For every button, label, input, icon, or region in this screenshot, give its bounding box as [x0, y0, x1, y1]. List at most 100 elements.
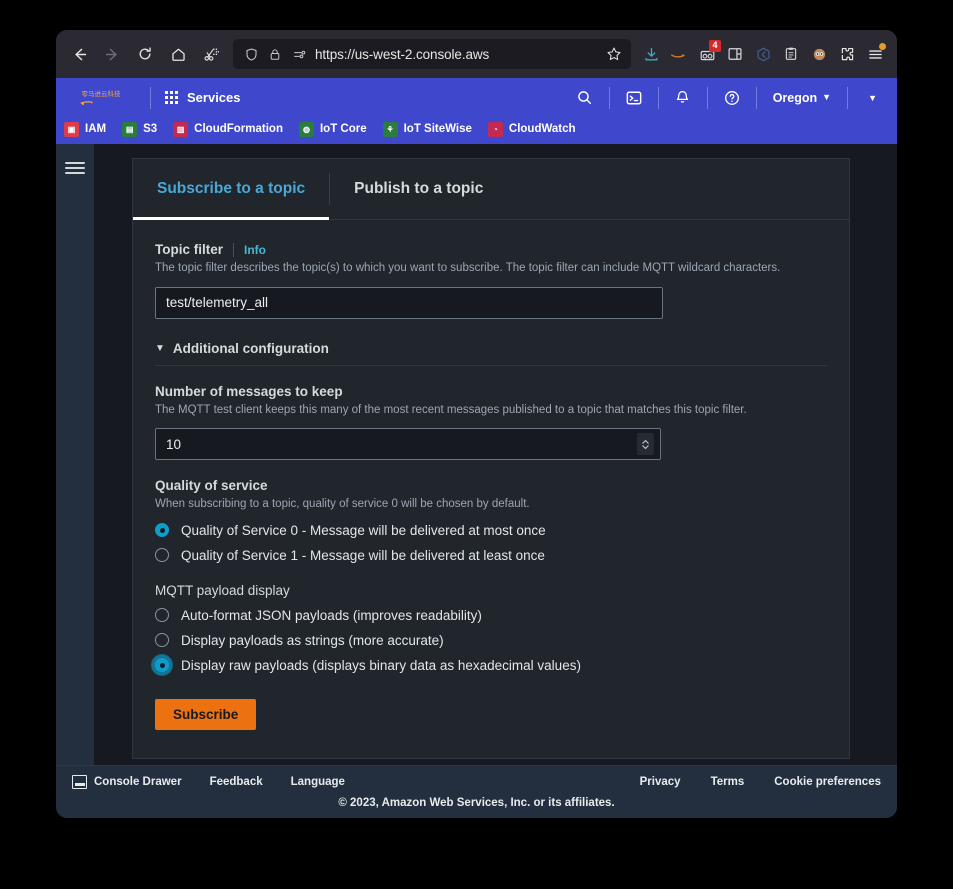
padlock-icon[interactable]	[263, 43, 287, 65]
nav-divider	[847, 86, 849, 109]
chevron-down-icon: ▼	[868, 92, 877, 103]
footer-link-console-drawer[interactable]: Console Drawer	[94, 776, 182, 788]
aws-logo-brand-text: 零马进云科技	[81, 89, 121, 98]
payload-strings-radio[interactable]	[155, 633, 169, 648]
iam-service-icon: ▣	[64, 121, 79, 137]
browser-toolbar: https://us-west-2.console.aws 4	[56, 30, 897, 78]
account-menu-button[interactable]: ▼	[858, 89, 887, 107]
favorite-iam[interactable]: ▣ IAM	[64, 121, 107, 137]
payload-raw-option[interactable]: Display raw payloads (displays binary da…	[155, 658, 827, 673]
subscribe-button[interactable]: Subscribe	[155, 698, 257, 730]
tab-label: Subscribe to a topic	[157, 180, 306, 197]
hamburger-menu-icon[interactable]	[63, 158, 87, 178]
payload-display-label: MQTT payload display	[155, 582, 290, 598]
qos-0-option[interactable]: Quality of Service 0 - Message will be d…	[155, 523, 827, 538]
goggles-extension-icon[interactable]: 4	[693, 39, 721, 69]
console-drawer-icon[interactable]	[72, 774, 87, 789]
cloudwatch-service-icon: ◔	[487, 121, 503, 137]
bookmark-star-icon[interactable]	[603, 43, 625, 65]
home-icon[interactable]	[163, 39, 193, 69]
favorite-label: CloudWatch	[508, 123, 576, 135]
downloads-icon[interactable]	[637, 39, 665, 69]
qos-1-label: Quality of Service 1 - Message will be d…	[181, 547, 545, 563]
help-circle-icon[interactable]	[718, 84, 746, 112]
qos-1-option[interactable]: Quality of Service 1 - Message will be d…	[155, 548, 827, 563]
services-grid-icon	[165, 91, 178, 104]
copyright-text: © 2023, Amazon Web Services, Inc. or its…	[338, 797, 615, 809]
cloudshell-icon[interactable]	[620, 84, 648, 112]
nav-divider	[755, 86, 757, 109]
topic-filter-info-link[interactable]: Info	[244, 243, 266, 257]
qos-0-radio[interactable]	[155, 523, 169, 538]
qos-1-radio[interactable]	[155, 548, 169, 563]
favorite-label: CloudFormation	[194, 123, 283, 135]
search-icon[interactable]	[571, 84, 599, 112]
favorite-cloudformation[interactable]: ▥ CloudFormation	[173, 121, 283, 137]
payload-strings-label: Display payloads as strings (more accura…	[181, 632, 444, 648]
payload-auto-format-radio[interactable]	[155, 608, 169, 623]
payload-auto-format-label: Auto-format JSON payloads (improves read…	[181, 607, 482, 623]
window-tiling-icon[interactable]	[721, 39, 749, 69]
reload-icon[interactable]	[130, 39, 160, 69]
avatar-extension-icon[interactable]	[805, 39, 833, 69]
footer-link-cookie-preferences[interactable]: Cookie preferences	[774, 776, 881, 788]
bell-icon[interactable]	[669, 84, 697, 112]
site-permissions-icon[interactable]	[287, 43, 311, 65]
footer-link-feedback[interactable]: Feedback	[210, 776, 263, 788]
footer-link-privacy[interactable]: Privacy	[640, 776, 681, 788]
iot-core-service-icon: ◍	[298, 121, 314, 137]
messages-to-keep-input[interactable]: 10	[155, 428, 661, 461]
payload-raw-radio[interactable]	[155, 658, 169, 673]
forward-arrow-icon	[97, 39, 127, 69]
chevron-down-icon: ▼	[822, 92, 832, 102]
puzzle-extensions-icon[interactable]	[833, 39, 861, 69]
content-area: Subscribe to a topic Publish to a topic …	[94, 144, 897, 765]
favorite-label: S3	[143, 123, 158, 135]
iot-sitewise-service-icon: ⚘	[382, 121, 398, 137]
app-menu-icon[interactable]	[861, 39, 889, 69]
footer-links-row: Console Drawer Feedback Language Privacy…	[56, 766, 897, 797]
caret-down-icon: ▼	[155, 342, 165, 354]
region-selector[interactable]: Oregon ▼	[767, 87, 837, 109]
page-body: Subscribe to a topic Publish to a topic …	[56, 144, 897, 818]
aws-logo[interactable]: 零马进云科技	[62, 85, 140, 111]
additional-configuration-toggle[interactable]: ▼ Additional configuration	[155, 341, 827, 366]
favorite-iot-sitewise[interactable]: ⚘ IoT SiteWise	[382, 121, 472, 137]
topic-filter-input[interactable]: test/telemetry_all	[155, 286, 663, 319]
services-menu-button[interactable]: Services	[161, 86, 245, 109]
quantity-stepper[interactable]	[637, 433, 654, 456]
sidebar-toggle-icon[interactable]	[749, 39, 777, 69]
back-arrow-icon[interactable]	[64, 39, 94, 69]
label-separator	[233, 242, 235, 257]
clipboard-extension-icon[interactable]	[777, 39, 805, 69]
screenshot-scissors-icon[interactable]	[196, 39, 226, 69]
favorite-label: IoT SiteWise	[403, 123, 472, 135]
url-bar[interactable]: https://us-west-2.console.aws	[233, 39, 631, 69]
amazon-smile-icon[interactable]	[665, 39, 693, 69]
payload-auto-format-option[interactable]: Auto-format JSON payloads (improves read…	[155, 608, 827, 623]
nav-divider	[657, 86, 659, 109]
footer-right-links: Privacy Terms Cookie preferences	[640, 776, 881, 788]
tracking-protection-shield-icon[interactable]	[239, 43, 263, 65]
nav-divider	[608, 86, 610, 109]
payload-strings-option[interactable]: Display payloads as strings (more accura…	[155, 633, 827, 648]
favorite-cloudwatch[interactable]: ◔ CloudWatch	[487, 121, 576, 137]
tab-subscribe-to-a-topic[interactable]: Subscribe to a topic	[133, 159, 330, 220]
favorite-s3[interactable]: ▤ S3	[122, 121, 158, 137]
tab-bar: Subscribe to a topic Publish to a topic	[133, 159, 849, 220]
footer-link-language[interactable]: Language	[291, 776, 345, 788]
quality-of-service-description: When subscribing to a topic, quality of …	[155, 498, 530, 511]
footer-link-terms[interactable]: Terms	[711, 776, 745, 788]
tab-publish-to-a-topic[interactable]: Publish to a topic	[330, 159, 507, 219]
favorite-iot-core[interactable]: ◍ IoT Core	[298, 121, 367, 137]
messages-to-keep-value: 10	[166, 436, 182, 452]
left-sidebar	[56, 144, 94, 765]
extension-badge-count: 4	[709, 40, 721, 52]
tab-label: Publish to a topic	[354, 180, 484, 197]
favorite-label: IAM	[85, 123, 107, 135]
nav-divider	[150, 86, 151, 109]
favorite-label: IoT Core	[319, 123, 367, 135]
topic-filter-label: Topic filter	[155, 242, 224, 257]
url-text[interactable]: https://us-west-2.console.aws	[315, 47, 603, 62]
quality-of-service-label: Quality of service	[155, 478, 268, 494]
